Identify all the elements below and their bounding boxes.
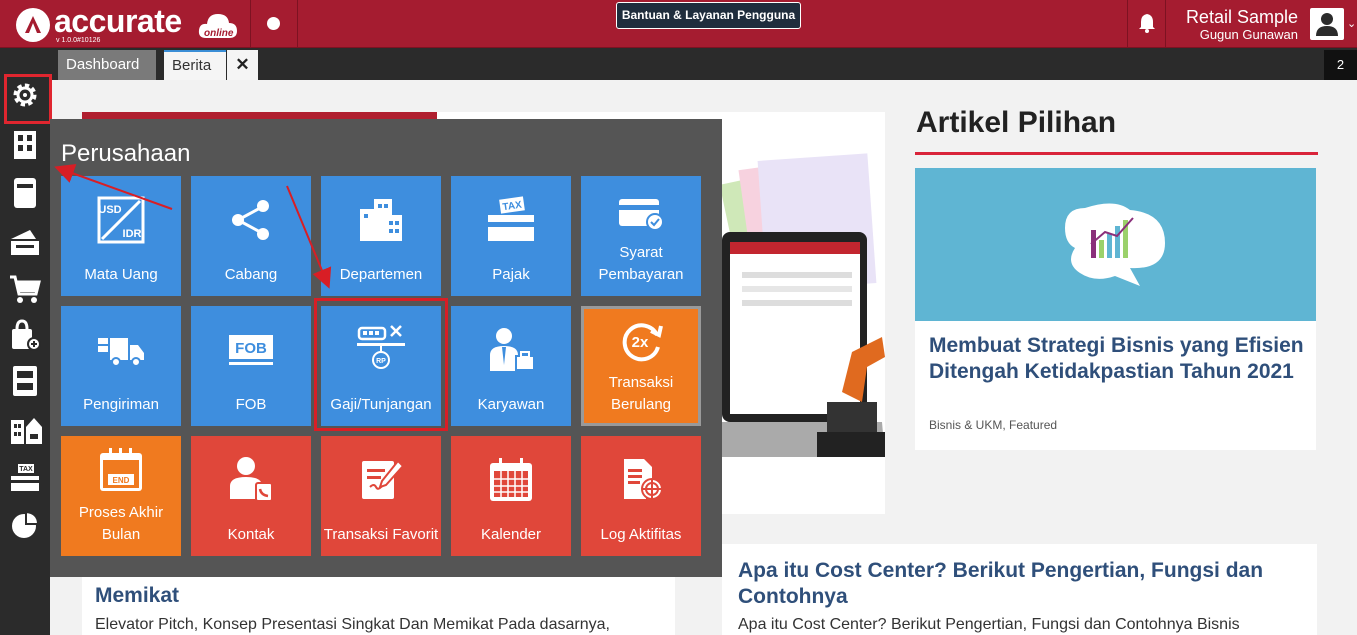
tab-bar: Dashboard Berita ✕ 2 xyxy=(50,48,1357,80)
article-excerpt: Elevator Pitch, Konsep Presentasi Singka… xyxy=(95,616,610,633)
status-dot-icon[interactable] xyxy=(267,17,280,30)
payment-card-icon xyxy=(581,182,701,242)
chevron-down-icon[interactable]: ⌄ xyxy=(1347,17,1356,30)
favorite-transaction-icon xyxy=(321,450,441,510)
notification-bell-icon[interactable] xyxy=(1136,12,1158,34)
tile-label: Mata Uang xyxy=(84,266,158,283)
logo-text: accurate xyxy=(54,3,182,39)
tile-kalender[interactable]: Kalender xyxy=(451,436,571,556)
featured-article-category[interactable]: Bisnis & UKM, Featured xyxy=(929,418,1057,432)
ledger-book-icon[interactable] xyxy=(8,176,42,210)
divider xyxy=(250,0,251,48)
employee-icon xyxy=(451,320,571,380)
tile-label: Karyawan xyxy=(477,396,545,413)
tile-transaksi-berulang[interactable]: 2x Transaksi Berulang xyxy=(581,306,701,426)
tax-icon[interactable]: TAX xyxy=(8,460,42,494)
logo-online-text: online xyxy=(204,28,234,39)
tile-label: Departemen xyxy=(339,266,423,283)
tile-label: Pengiriman xyxy=(83,396,159,413)
tab-berita[interactable]: Berita xyxy=(164,50,226,80)
tile-label: Transaksi Berulang xyxy=(608,374,674,413)
article-title[interactable]: Memikat xyxy=(95,584,179,608)
tile-transaksi-favorit[interactable]: Transaksi Favorit xyxy=(321,436,441,556)
tile-karyawan[interactable]: Karyawan xyxy=(451,306,571,426)
contact-icon xyxy=(191,450,311,510)
shopping-bag-icon[interactable] xyxy=(8,318,42,352)
tile-proses-akhir-bulan[interactable]: END Proses Akhir Bulan xyxy=(61,436,181,556)
tile-syarat-pembayaran[interactable]: Syarat Pembayaran xyxy=(581,176,701,296)
asset-building-icon[interactable] xyxy=(8,412,42,446)
report-pie-icon[interactable] xyxy=(8,508,42,542)
tile-label: Proses Akhir Bulan xyxy=(78,504,164,543)
tile-label: Kalender xyxy=(480,526,542,543)
activity-log-icon xyxy=(581,450,701,510)
top-bar: accurate online v 1.0.0#10126 Bantuan & … xyxy=(0,0,1357,48)
svg-text:TAX: TAX xyxy=(19,466,33,473)
user-avatar-icon[interactable] xyxy=(1310,8,1344,40)
tab-dashboard[interactable]: Dashboard xyxy=(58,50,156,80)
help-service-button[interactable]: Bantuan & Layanan Pengguna xyxy=(616,2,801,29)
shopping-cart-icon[interactable] xyxy=(8,272,42,306)
tile-cabang[interactable]: Cabang xyxy=(191,176,311,296)
month-end-calendar-icon: END xyxy=(61,440,181,500)
sidebar: TAX xyxy=(0,48,50,635)
svg-text:TAX: TAX xyxy=(502,200,523,214)
tile-mata-uang[interactable]: USD IDR Mata Uang xyxy=(61,176,181,296)
article-card[interactable]: Apa itu Cost Center? Berikut Pengertian,… xyxy=(722,544,1317,635)
company-building-icon[interactable] xyxy=(8,128,42,162)
section-title: Artikel Pilihan xyxy=(916,106,1117,139)
divider xyxy=(1127,0,1128,48)
tile-label: Cabang xyxy=(224,266,278,283)
chart-speech-bubble-icon xyxy=(1065,203,1165,286)
tile-pengiriman[interactable]: Pengiriman xyxy=(61,306,181,426)
section-underline xyxy=(915,152,1318,155)
svg-text:2x: 2x xyxy=(632,334,649,351)
tile-fob[interactable]: FOB FOB xyxy=(191,306,311,426)
tile-departemen[interactable]: Departemen xyxy=(321,176,441,296)
fob-icon: FOB xyxy=(191,320,311,380)
tile-label: FOB xyxy=(235,396,267,413)
currency-icon: USD IDR xyxy=(61,190,181,250)
company-name[interactable]: Retail Sample xyxy=(1170,7,1298,28)
department-building-icon xyxy=(321,190,441,250)
divider xyxy=(297,0,298,48)
article-excerpt: Apa itu Cost Center? Berikut Pengertian,… xyxy=(738,616,1240,633)
svg-text:END: END xyxy=(113,476,130,485)
article-title[interactable]: Apa itu Cost Center? Berikut Pengertian,… xyxy=(738,558,1308,610)
inventory-cabinet-icon[interactable] xyxy=(8,364,42,398)
svg-text:USD: USD xyxy=(98,204,121,216)
gaji-tunjangan-highlight-box xyxy=(314,298,448,431)
cash-drawer-icon[interactable] xyxy=(8,224,42,258)
tile-label: Log Aktifitas xyxy=(600,526,682,543)
featured-article-card[interactable]: Membuat Strategi Bisnis yang Efisien Dit… xyxy=(915,168,1316,450)
tile-label: Transaksi Favorit xyxy=(323,526,439,543)
accurate-a-logo-icon xyxy=(16,8,50,42)
svg-text:IDR: IDR xyxy=(123,228,142,240)
tile-label: Kontak xyxy=(227,526,275,543)
recurring-2x-icon: 2x xyxy=(581,312,701,372)
version-text: v 1.0.0#10126 xyxy=(56,37,101,44)
branch-share-icon xyxy=(191,190,311,250)
open-tab-count[interactable]: 2 xyxy=(1324,50,1357,80)
tile-label: Syarat Pembayaran xyxy=(598,244,684,283)
featured-article-title[interactable]: Membuat Strategi Bisnis yang Efisien Dit… xyxy=(929,333,1304,385)
popup-title: Perusahaan xyxy=(61,140,191,167)
close-tab-icon[interactable]: ✕ xyxy=(227,50,258,80)
article-thumbnail[interactable] xyxy=(915,168,1316,321)
truck-icon xyxy=(61,320,181,380)
accurate-logo[interactable]: accurate online v 1.0.0#10126 xyxy=(14,3,239,44)
tile-log-aktifitas[interactable]: Log Aktifitas xyxy=(581,436,701,556)
calendar-icon xyxy=(451,450,571,510)
divider xyxy=(1165,0,1166,48)
svg-text:FOB: FOB xyxy=(235,340,267,357)
user-name[interactable]: Gugun Gunawan xyxy=(1170,27,1298,42)
tile-kontak[interactable]: Kontak xyxy=(191,436,311,556)
tile-label: Pajak xyxy=(492,266,530,283)
sidebar-highlight-box xyxy=(4,74,52,124)
tax-icon: TAX xyxy=(451,190,571,250)
tile-pajak[interactable]: TAX Pajak xyxy=(451,176,571,296)
